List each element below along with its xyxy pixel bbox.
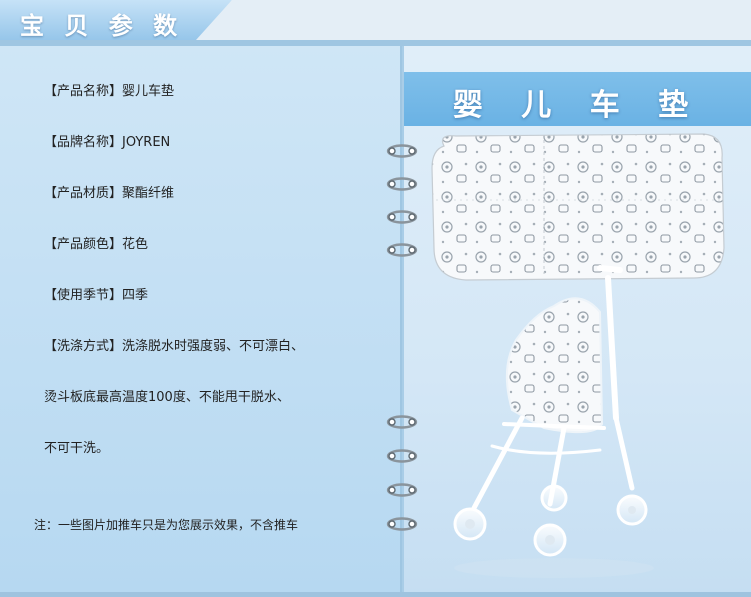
stroller-image bbox=[453, 265, 654, 578]
binder-ring-icon bbox=[386, 243, 418, 257]
param-washing: 【洗涤方式】洗涤脱水时强度弱、不可漂白、 bbox=[44, 339, 305, 354]
param-brand-name: 【品牌名称】JOYREN bbox=[44, 135, 171, 150]
bottom-border bbox=[0, 592, 751, 597]
params-panel bbox=[0, 46, 402, 594]
seat-pad-image bbox=[431, 133, 725, 281]
product-title: 婴 儿 车 垫 bbox=[452, 88, 703, 123]
binder-ring-icon bbox=[386, 449, 418, 463]
disclaimer-note: 注：一些图片加推车只是为您展示效果，不含推车 bbox=[34, 518, 299, 532]
binder-ring-icon bbox=[386, 483, 418, 497]
param-season: 【使用季节】四季 bbox=[44, 288, 149, 303]
product-illustration bbox=[431, 133, 725, 578]
binder-ring-icon bbox=[386, 210, 418, 224]
param-washing-line3: 不可干洗。 bbox=[44, 441, 110, 456]
binder-ring-icon bbox=[386, 177, 418, 191]
param-material: 【产品材质】聚酯纤维 bbox=[44, 186, 175, 201]
param-color: 【产品颜色】花色 bbox=[44, 237, 149, 252]
section-title: 宝 贝 参 数 bbox=[20, 12, 184, 40]
binder-ring-icon bbox=[386, 144, 418, 158]
binder-ring-icon bbox=[386, 517, 418, 531]
product-banner: 婴 儿 车 垫 bbox=[404, 72, 751, 126]
param-product-name: 【产品名称】婴儿车垫 bbox=[44, 84, 175, 99]
param-washing-line2: 烫斗板底最高温度100度、不能甩干脱水、 bbox=[44, 390, 290, 405]
binder-ring-icon bbox=[386, 415, 418, 429]
